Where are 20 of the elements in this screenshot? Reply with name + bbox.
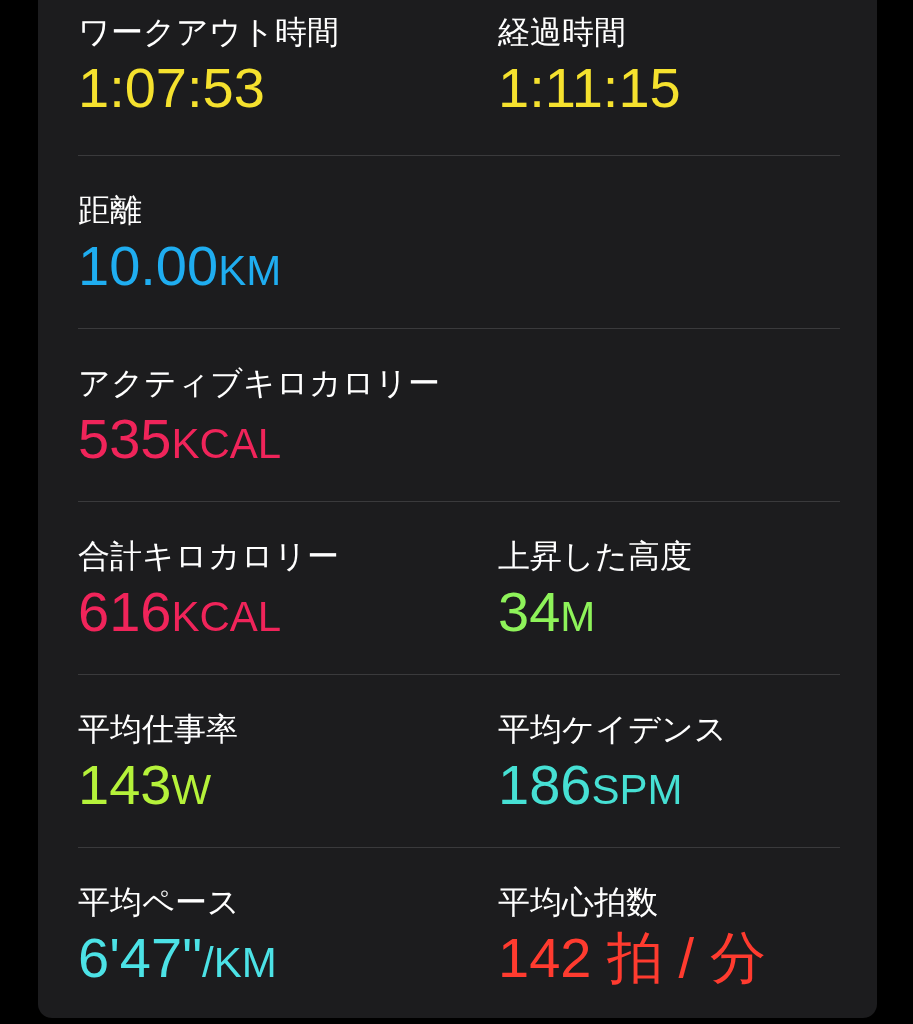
metric-value: 142 拍 / 分 bbox=[498, 925, 766, 991]
metric-value: 1:11:15 bbox=[498, 55, 681, 121]
metric-label: 合計キロカロリー bbox=[78, 537, 339, 576]
metric-value: 186SPM bbox=[498, 752, 683, 818]
metric-value: 535KCAL bbox=[78, 406, 282, 472]
metric-value: 1:07:53 bbox=[78, 55, 265, 121]
metric-label: 平均心拍数 bbox=[498, 883, 658, 922]
metric-value: 10.00KM bbox=[78, 233, 282, 299]
metric-label: 平均ケイデンス bbox=[498, 710, 727, 749]
metric-label: 上昇した高度 bbox=[498, 537, 692, 576]
metric-value: 34M bbox=[498, 579, 596, 645]
metric-label: 経過時間 bbox=[498, 13, 626, 52]
metric-value: 616KCAL bbox=[78, 579, 282, 645]
metric-label: 平均ペース bbox=[78, 883, 240, 922]
metric-value: 6'47"/KM bbox=[78, 925, 277, 991]
metric-label: ワークアウト時間 bbox=[78, 13, 339, 52]
metric-label: 距離 bbox=[78, 191, 142, 230]
metric-label: アクティブキロカロリー bbox=[78, 364, 440, 403]
metric-value: 143W bbox=[78, 752, 212, 818]
metric-label: 平均仕事率 bbox=[78, 710, 238, 749]
